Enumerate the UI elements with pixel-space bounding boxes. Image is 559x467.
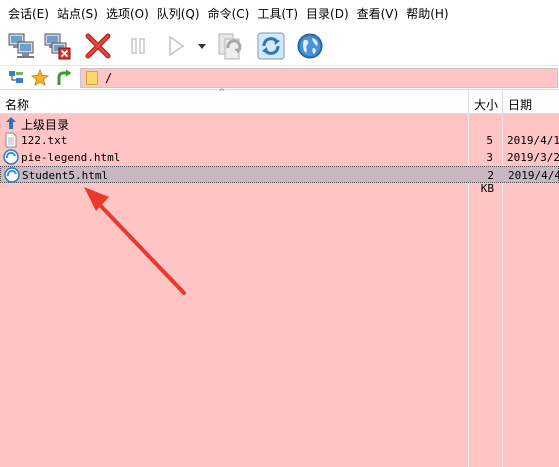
annotation-arrow (84, 187, 186, 295)
